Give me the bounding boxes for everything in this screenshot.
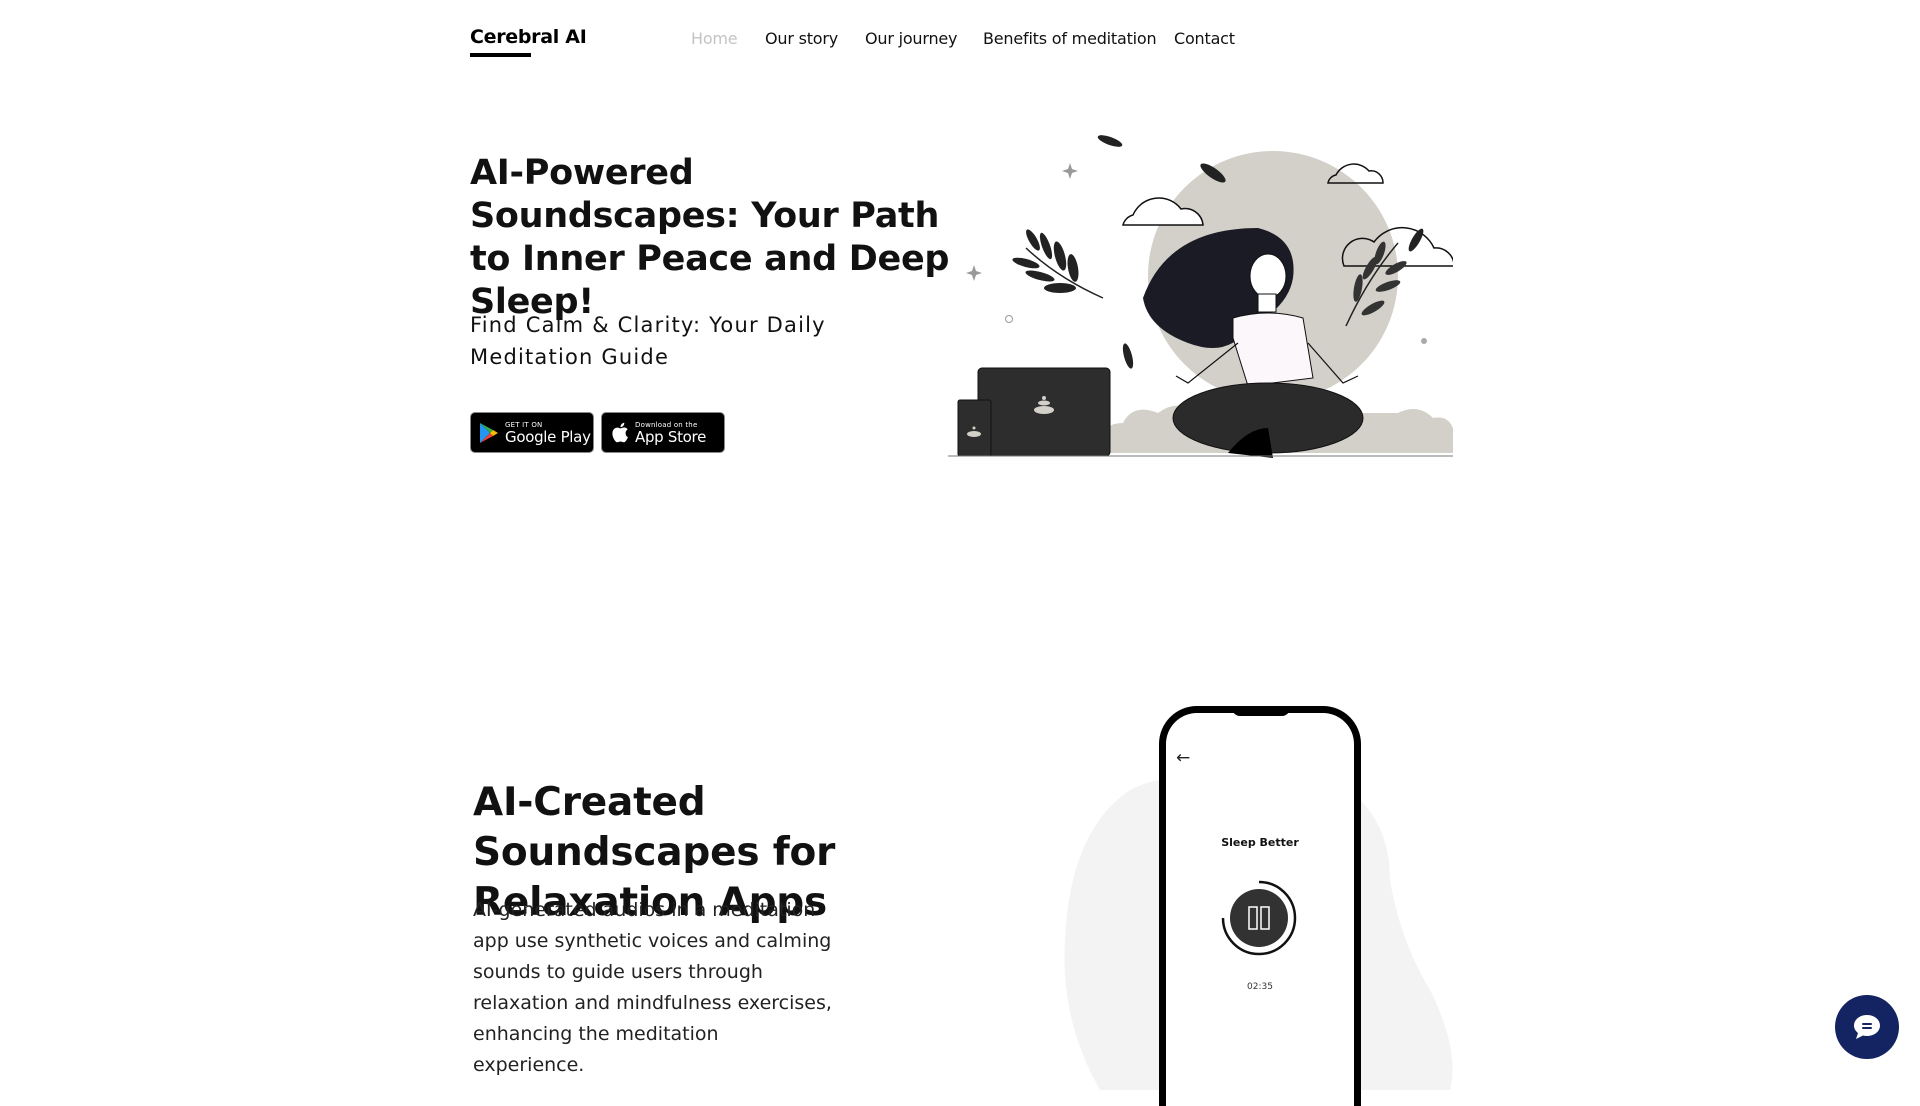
meditating-woman-illustration <box>948 135 1453 458</box>
pause-button[interactable] <box>1219 878 1299 958</box>
dot-icon <box>1421 338 1427 344</box>
logo-underline <box>470 53 531 57</box>
nav-home[interactable]: Home <box>691 29 738 48</box>
nav-contact[interactable]: Contact <box>1174 29 1235 48</box>
app-store-text: Download on the App Store <box>635 421 706 445</box>
google-play-big-text: Google Play <box>505 427 591 446</box>
phone-notch <box>1232 706 1290 716</box>
hero-title: AI-Powered Soundscapes: Your Path to Inn… <box>470 153 950 322</box>
nav-our-story[interactable]: Our story <box>765 29 838 48</box>
app-store-button[interactable]: Download on the App Store <box>601 412 725 453</box>
sparkle-icon <box>966 265 982 281</box>
hero-subtitle: Find Calm & Clarity: Your Daily Meditati… <box>470 313 826 369</box>
playback-time: 02:35 <box>1247 982 1273 992</box>
back-arrow-icon[interactable]: ← <box>1176 748 1190 768</box>
branch-icon <box>1012 229 1104 299</box>
app-store-big-text: App Store <box>635 427 707 446</box>
section2-body: AI-generated audios in a meditation app … <box>473 899 832 1076</box>
site-logo[interactable]: Cerebral AI <box>470 26 587 48</box>
chat-bubble-icon <box>1854 1015 1880 1039</box>
nav-our-journey[interactable]: Our journey <box>865 29 958 48</box>
leaf-icon <box>1097 135 1123 147</box>
sparkle-icon <box>1062 163 1078 179</box>
apple-icon <box>611 422 629 443</box>
nav-benefits-of-meditation[interactable]: Benefits of meditation <box>983 29 1157 48</box>
shirt <box>1232 312 1314 387</box>
google-play-icon <box>479 422 499 444</box>
leaf-icon <box>1122 343 1134 369</box>
dot-icon <box>1005 315 1013 323</box>
chat-button[interactable] <box>1835 995 1899 1059</box>
google-play-button[interactable]: GET IT ON Google Play <box>470 412 594 453</box>
phone-screen-title: Sleep Better <box>1221 836 1299 849</box>
google-play-text: GET IT ON Google Play <box>505 421 591 445</box>
player-circle <box>1230 889 1288 947</box>
face <box>1249 253 1287 299</box>
